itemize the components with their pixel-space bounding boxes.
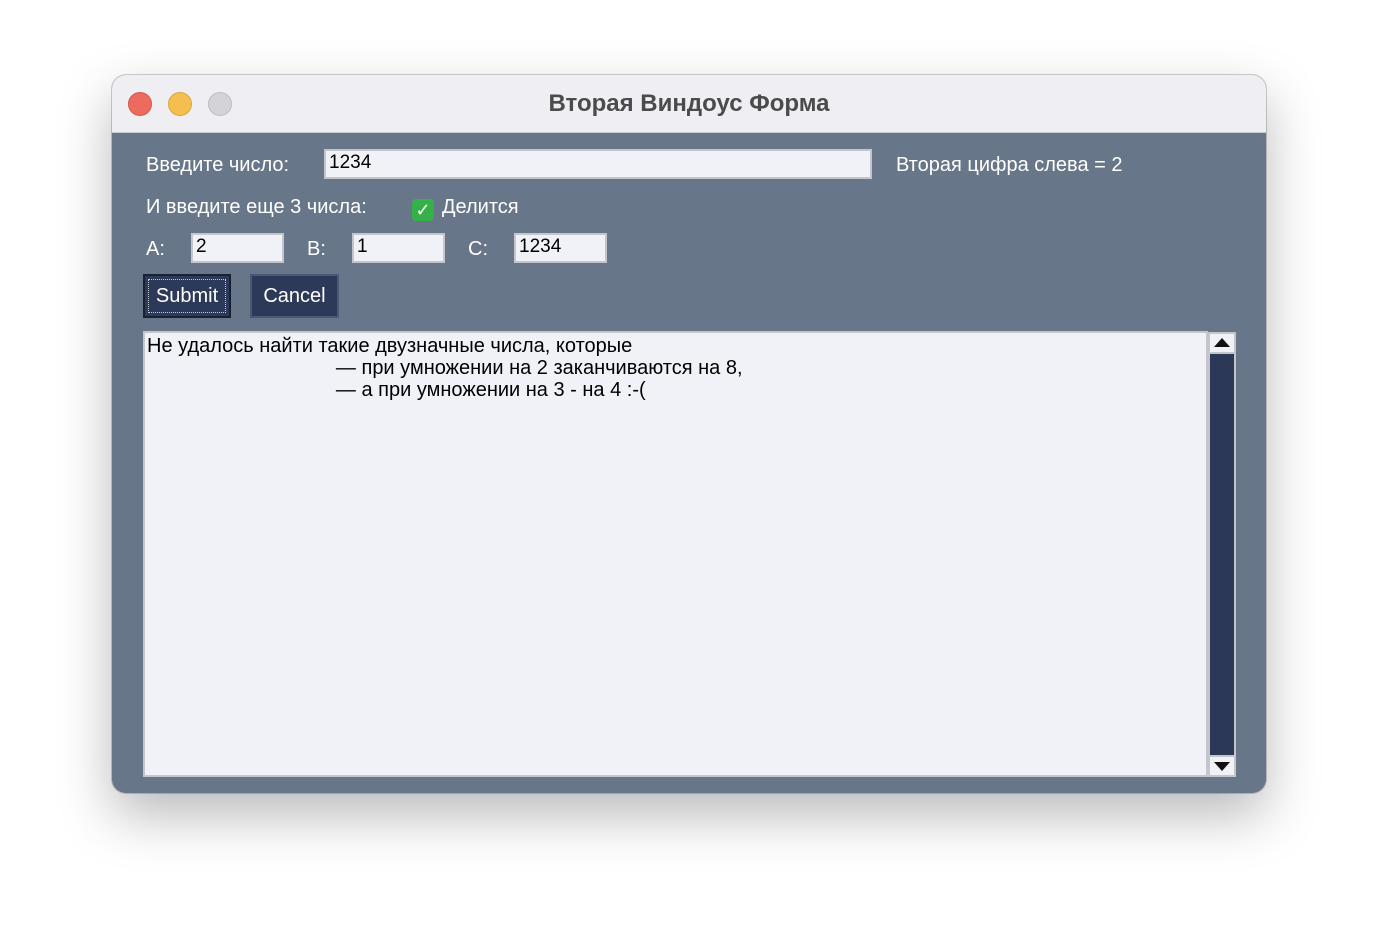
c-input[interactable]: 1234 (514, 233, 607, 263)
title-bar[interactable]: Вторая Виндоус Форма (112, 75, 1266, 133)
window-title: Вторая Виндоус Форма (548, 90, 830, 117)
number-label: Введите число: (146, 154, 290, 176)
arrow-down-icon (1214, 762, 1230, 771)
output-line: — при умножении на 2 заканчиваются на 8, (147, 357, 743, 379)
divisibility-status-text: Делится (442, 196, 519, 218)
a-label: A: (146, 238, 165, 260)
output-textarea[interactable]: Не удалось найти такие двузначные числа,… (143, 331, 1208, 777)
submit-button[interactable]: Submit (143, 274, 231, 318)
form-content: Введите число: 1234 Вторая цифра слева =… (112, 133, 1266, 793)
scroll-up-button[interactable] (1210, 334, 1234, 354)
scroll-down-button[interactable] (1210, 755, 1234, 775)
a-input[interactable]: 2 (191, 233, 284, 263)
output-line: — а при умножении на 3 - на 4 :-( (147, 379, 646, 401)
b-input[interactable]: 1 (352, 233, 445, 263)
check-icon: ✓ (412, 199, 434, 221)
number-input[interactable]: 1234 (324, 149, 872, 179)
divisibility-status: ✓ Делится (412, 196, 519, 221)
vertical-scrollbar[interactable] (1208, 332, 1236, 777)
second-digit-result: Вторая цифра слева = 2 (896, 154, 1123, 176)
app-window: Вторая Виндоус Форма Введите число: 1234… (112, 75, 1266, 793)
c-label: C: (468, 238, 488, 260)
output-line: Не удалось найти такие двузначные числа,… (147, 335, 633, 357)
cancel-button[interactable]: Cancel (250, 274, 339, 318)
three-numbers-label: И введите еще 3 числа: (146, 196, 367, 218)
b-label: B: (307, 238, 326, 260)
arrow-up-icon (1214, 338, 1230, 347)
